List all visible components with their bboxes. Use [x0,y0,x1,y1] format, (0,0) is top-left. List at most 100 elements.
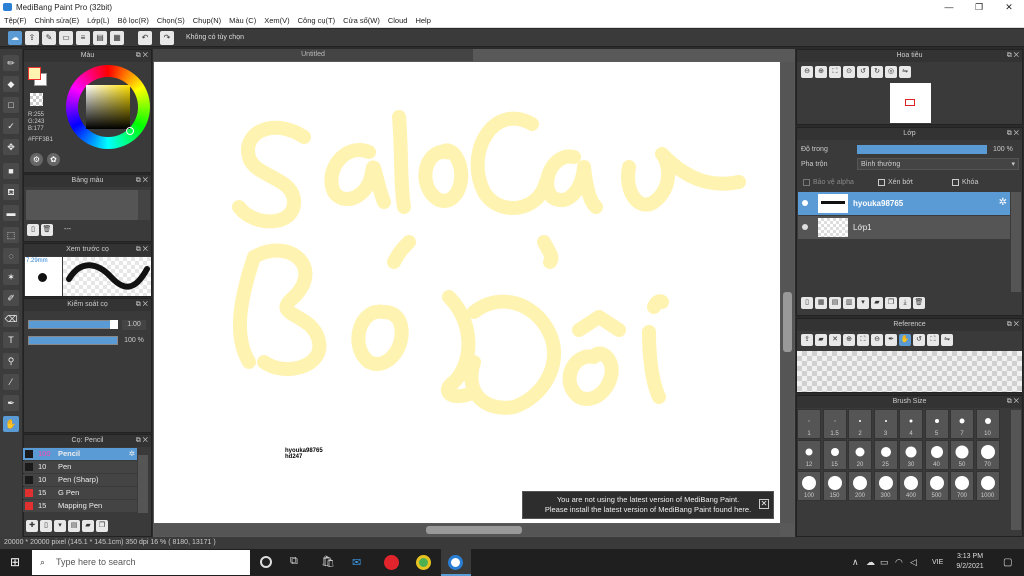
operation-tool-icon[interactable]: ⚲ [3,353,19,369]
chat-icon[interactable]: ▭ [59,31,73,45]
new-brush-icon[interactable]: ▯ [40,520,52,532]
flip-icon[interactable]: ⇋ [941,334,953,346]
menu-color[interactable]: Màu (C) [225,14,260,28]
text-icon[interactable]: ≡ [76,31,90,45]
brush-size-cell[interactable]: 2 [848,409,872,439]
comment-icon[interactable]: ✎ [42,31,56,45]
brush-size-cell[interactable]: 150 [822,471,847,501]
brush-size-cell[interactable]: 300 [873,471,898,501]
vertical-scrollbar[interactable] [781,62,794,523]
menu-file[interactable]: Tệp(F) [0,14,31,28]
new-layer-icon[interactable]: ▯ [801,297,813,309]
fit-window-icon[interactable]: ⛶ [927,334,939,346]
menu-filter[interactable]: Bộ lọc(R) [114,14,153,28]
panel-close-icon[interactable]: ⧉ ✕ [1007,50,1019,62]
battery-icon[interactable]: ▭ [880,557,889,568]
layer-row[interactable]: Lớp1 [798,216,1010,239]
brush-size-cell[interactable]: 4 [899,409,923,439]
delete-layer-icon[interactable]: 🗑 [913,297,925,309]
new-8bit-layer-icon[interactable]: ▤ [829,297,841,309]
open-folder-icon[interactable]: ▰ [815,334,827,346]
rotate-icon[interactable]: ↺ [913,334,925,346]
chrome-icon[interactable] [416,555,431,570]
zoom-in-icon[interactable]: ⊕ [815,66,827,78]
fit-icon[interactable]: ⛶ [829,66,841,78]
brush-size-cell[interactable]: 200 [848,471,872,501]
visibility-icon[interactable] [802,224,808,230]
flip-icon[interactable]: ⇋ [899,66,911,78]
eyedropper-icon[interactable]: ✒ [885,334,897,346]
navigator-thumbnail[interactable] [890,83,931,123]
layer-opacity-slider[interactable] [857,145,987,154]
brush-folder-icon[interactable]: ▰ [82,520,94,532]
panel-icon[interactable]: ▤ [93,31,107,45]
brush-size-cell[interactable]: 40 [924,440,949,470]
palette-swatches[interactable] [26,190,138,220]
transparent-swatch[interactable] [30,93,43,106]
language-indicator[interactable]: VIE [932,559,943,566]
hand-icon[interactable]: ✋ [899,334,911,346]
brush-size-cell[interactable]: 5 [924,409,949,439]
new-palette-icon[interactable]: ▯ [27,224,39,236]
menu-help[interactable]: Help [411,14,434,28]
task-view-icon[interactable]: ⧉ [290,555,298,568]
hand-tool-icon[interactable]: ✋ [3,416,19,432]
magic-wand-icon[interactable]: ✶ [3,269,19,285]
blend-mode-select[interactable]: Bình thường ▾ [857,158,1019,170]
foreground-color-swatch[interactable] [28,67,41,80]
cortana-icon[interactable] [260,556,272,568]
brush-opacity-slider[interactable] [28,336,118,345]
undo-icon[interactable]: ↶ [138,31,152,45]
fit-icon[interactable]: ⛶ [857,334,869,346]
brush-size-cell[interactable]: 25 [873,440,898,470]
brush-size-cell[interactable]: 1.5 [822,409,847,439]
brush-size-cell[interactable]: 50 [950,440,974,470]
brush-size-cell[interactable]: 10 [975,409,1000,439]
add-brush-icon[interactable]: ✚ [26,520,38,532]
volume-icon[interactable]: ◁ [910,557,917,568]
rotate-left-icon[interactable]: ↺ [857,66,869,78]
update-notice[interactable]: You are not using the latest version of … [522,491,774,519]
brush-size-cell[interactable]: 70 [975,440,1000,470]
visibility-icon[interactable] [802,200,808,206]
document-tab[interactable]: Untitled [153,49,473,61]
check-icon[interactable]: ✓ [3,118,19,134]
network-icon[interactable]: ☁ [866,557,875,568]
clipping-checkbox[interactable] [878,179,885,186]
hue-cursor[interactable] [126,127,134,135]
menu-view[interactable]: Xem(V) [260,14,293,28]
brush-item[interactable]: 100 Pencil ✲ [23,448,137,460]
gradient-tool-icon[interactable]: ▬ [3,205,19,221]
brush-size-cell[interactable]: 7 [950,409,974,439]
brush-size-cell[interactable]: 700 [950,471,974,501]
brush-size-slider[interactable] [28,320,118,329]
brush-menu-icon[interactable]: ▾ [54,520,66,532]
reset-rotate-icon[interactable]: ◎ [885,66,897,78]
drawing-canvas[interactable]: hyouka98765 hd247 [154,62,780,523]
divide-tool-icon[interactable]: ⁄ [3,374,19,390]
menu-layer[interactable]: Lớp(L) [83,14,113,28]
panel-close-icon[interactable]: ⧉ ✕ [1007,396,1019,408]
add-layer-menu-icon[interactable]: ▾ [857,297,869,309]
mail-icon[interactable]: ✉ [352,556,361,569]
duplicate-layer-icon[interactable]: ❐ [885,297,897,309]
panel-close-icon[interactable]: ⧉ ✕ [136,435,148,447]
panel-close-icon[interactable]: ⧉ ✕ [136,299,148,311]
panel-close-icon[interactable]: ⧉ ✕ [136,244,148,256]
delete-palette-icon[interactable]: 🗑 [41,224,53,236]
store-icon[interactable]: 🛍 [321,555,335,568]
eyedrop-small-icon[interactable]: ✿ [47,153,60,166]
share-icon[interactable]: ⇪ [25,31,39,45]
palette-scrollbar[interactable] [138,190,150,220]
menu-snap[interactable]: Chụp(N) [189,14,225,28]
maximize-button[interactable]: ❐ [964,0,994,14]
fill-rect-icon[interactable]: ■ [3,163,19,179]
merge-layer-icon[interactable]: ⤓ [899,297,911,309]
lock-checkbox[interactable] [952,179,959,186]
text-tool-icon[interactable]: T [3,332,19,348]
menu-select[interactable]: Chọn(S) [153,14,189,28]
brush-item[interactable]: 10 Pen [23,461,137,473]
brush-settings-icon[interactable]: ✲ [129,448,135,460]
menu-edit[interactable]: Chỉnh sửa(E) [31,14,84,28]
wifi-icon[interactable]: ◠ [895,557,903,568]
